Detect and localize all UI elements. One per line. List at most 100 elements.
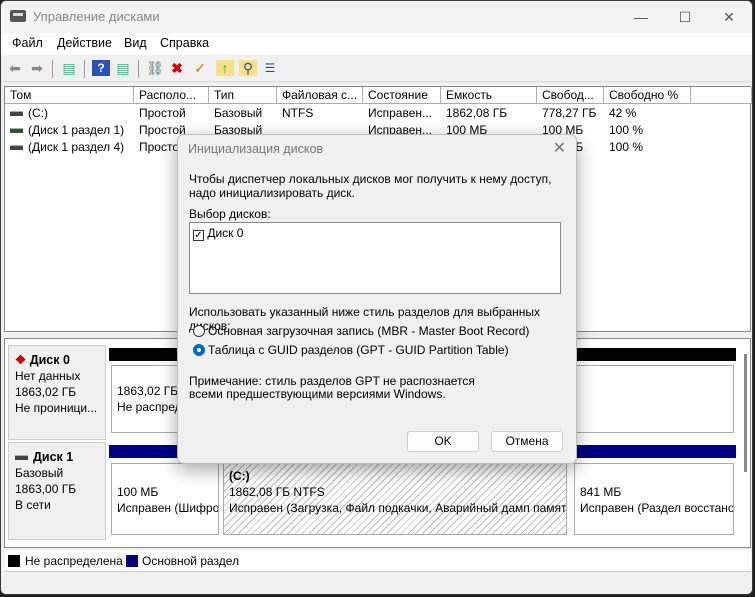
cell-text: (C:) — [28, 106, 48, 120]
disk-0-label[interactable]: ❖ Диск 0 Нет данных 1863,02 ГБ Не проини… — [8, 345, 106, 440]
gpt-radio[interactable]: Таблица с GUID разделов (GPT - GUID Part… — [193, 343, 509, 357]
disk-type: Базовый — [15, 466, 64, 480]
disk-0-checkbox[interactable]: ✓ Диск 0 — [193, 226, 243, 241]
cell-text: Базовый — [214, 106, 263, 120]
vertical-scrollbar[interactable] — [744, 354, 747, 472]
status-bar — [1, 573, 752, 594]
column-header[interactable]: Емкость — [441, 87, 537, 104]
initialize-disk-dialog: Инициализация дисков ✕ Чтобы диспетчер л… — [177, 134, 577, 464]
volume-icon — [10, 111, 23, 117]
cell-text: 100 % — [609, 123, 644, 137]
table-cell: NTFS — [277, 106, 363, 123]
table-cell: 778,27 ГБ — [537, 106, 604, 123]
disk-management-icon — [10, 10, 26, 22]
back-icon[interactable]: ⬅ — [6, 60, 24, 76]
cell-text: 42 % — [609, 106, 637, 120]
volume-icon — [10, 145, 23, 151]
table-cell: 42 % — [604, 106, 691, 123]
menu-action[interactable]: Действие — [57, 36, 112, 50]
cell-text: Исправен... — [368, 106, 433, 120]
checklist-icon[interactable]: ☰ — [261, 60, 279, 76]
disk-status: В сети — [15, 498, 51, 512]
window-title: Управление дисками — [33, 9, 160, 24]
delete-icon[interactable]: ✖ — [168, 60, 186, 76]
explore-icon[interactable]: ⚲ — [239, 60, 257, 76]
maximize-button[interactable]: ☐ — [665, 5, 705, 29]
cell-text: (Диск 1 раздел 1) — [28, 123, 125, 137]
column-header[interactable]: Состояние — [363, 87, 441, 104]
dialog-close-button[interactable]: ✕ — [553, 138, 566, 158]
disk-1-partition-c[interactable]: (C:) 1862,08 ГБ NTFS Исправен (Загрузка,… — [223, 463, 567, 535]
close-button[interactable]: ✕ — [709, 5, 749, 29]
partition-size: 1863,02 ГБ — [117, 384, 179, 398]
disk-1-partition-4[interactable]: 841 МБ Исправен (Раздел восстановления) — [574, 463, 734, 535]
properties-icon[interactable]: ✓ — [191, 60, 209, 76]
legend-label: Не распределена — [25, 554, 123, 568]
option-label: Основная загрузочная запись (MBR - Maste… — [208, 324, 530, 338]
disk-status: Не проиници... — [15, 401, 98, 415]
legend-label: Основной раздел — [142, 554, 240, 568]
disk-1-label[interactable]: Диск 1 Базовый 1863,00 ГБ В сети — [8, 442, 106, 540]
legend-swatch-primary — [126, 555, 138, 567]
table-cell: 100 % — [604, 140, 691, 157]
menu-view[interactable]: Вид — [124, 36, 147, 50]
disk-size: 1863,00 ГБ — [15, 482, 77, 496]
dialog-title: Инициализация дисков — [188, 142, 324, 156]
partition-status: Исправен (Раздел восстановления) — [580, 501, 734, 515]
column-header[interactable]: Том — [5, 87, 134, 104]
minimize-button[interactable]: — — [621, 5, 661, 29]
show-action-pane-icon[interactable]: ▤ — [114, 60, 132, 76]
cell-text: NTFS — [282, 106, 314, 120]
gpt-note: Примечание: стиль разделов GPT не распоз… — [189, 374, 475, 401]
radio-unselected-icon — [193, 325, 205, 337]
partition-size: 1862,08 ГБ NTFS — [229, 485, 325, 499]
table-cell[interactable]: (C:) — [5, 106, 134, 123]
disk-size: 1863,02 ГБ — [15, 385, 77, 399]
ok-button[interactable]: OK — [407, 431, 479, 452]
column-header[interactable]: Располо... — [134, 87, 209, 104]
option-label: Таблица с GUID разделов (GPT - GUID Part… — [208, 343, 509, 357]
menu-help[interactable]: Справка — [160, 36, 209, 50]
menu-bar: Файл Действие Вид Справка — [1, 33, 752, 55]
cell-text: 778,27 ГБ — [542, 106, 597, 120]
disk-label: Диск 0 — [207, 226, 244, 240]
drive-icon — [15, 455, 28, 461]
partition-label: (C:) — [229, 469, 250, 483]
title-bar: Управление дисками — ☐ ✕ — [1, 1, 752, 33]
table-cell[interactable]: (Диск 1 раздел 4) — [5, 140, 134, 157]
column-header[interactable]: Свобод... — [537, 87, 604, 104]
table-cell: 1862,08 ГБ — [441, 106, 537, 123]
partition-status: Исправен (Шифрованный (EFI) системный ра… — [117, 501, 219, 515]
legend-swatch-unallocated — [8, 555, 20, 567]
checkbox-checked-icon: ✓ — [193, 230, 204, 241]
disk-name: Диск 0 — [29, 353, 70, 367]
table-cell: Исправен... — [363, 106, 441, 123]
open-icon[interactable]: ↑ — [216, 60, 234, 76]
legend: Не распределена Основной раздел — [4, 550, 751, 572]
mbr-radio[interactable]: Основная загрузочная запись (MBR - Maste… — [193, 324, 529, 338]
cell-text: Простой — [139, 106, 186, 120]
cancel-button[interactable]: Отмена — [491, 431, 563, 452]
disk-select-list: ✓ Диск 0 — [189, 222, 561, 294]
disk-1-partition-1[interactable]: 100 МБ Исправен (Шифрованный (EFI) систе… — [111, 463, 219, 535]
cell-text: 100 % — [609, 140, 644, 154]
column-header[interactable]: Свободно % — [604, 87, 691, 104]
column-header[interactable]: Тип — [209, 87, 277, 104]
column-header[interactable]: Файловая с... — [277, 87, 363, 104]
help-icon[interactable]: ? — [92, 60, 110, 76]
table-cell: 100 % — [604, 123, 691, 140]
table-cell[interactable]: (Диск 1 раздел 1) — [5, 123, 134, 140]
disk-name: Диск 1 — [33, 450, 74, 464]
partition-status: Исправен (Загрузка, Файл подкачки, Авари… — [229, 501, 567, 515]
partition-size: 841 МБ — [580, 485, 622, 499]
cell-text: 1862,08 ГБ — [446, 106, 508, 120]
table-cell: Базовый — [209, 106, 277, 123]
disk-select-label: Выбор дисков: — [189, 207, 271, 221]
disk-type: Нет данных — [15, 369, 81, 383]
connect-drive-icon[interactable]: ⛓ — [146, 60, 164, 76]
show-hide-console-tree-icon[interactable]: ▤ — [60, 60, 78, 76]
table-cell: Простой — [134, 106, 209, 123]
forward-icon[interactable]: ➡ — [28, 60, 46, 76]
menu-file[interactable]: Файл — [12, 36, 43, 50]
cell-text: (Диск 1 раздел 4) — [28, 140, 125, 154]
